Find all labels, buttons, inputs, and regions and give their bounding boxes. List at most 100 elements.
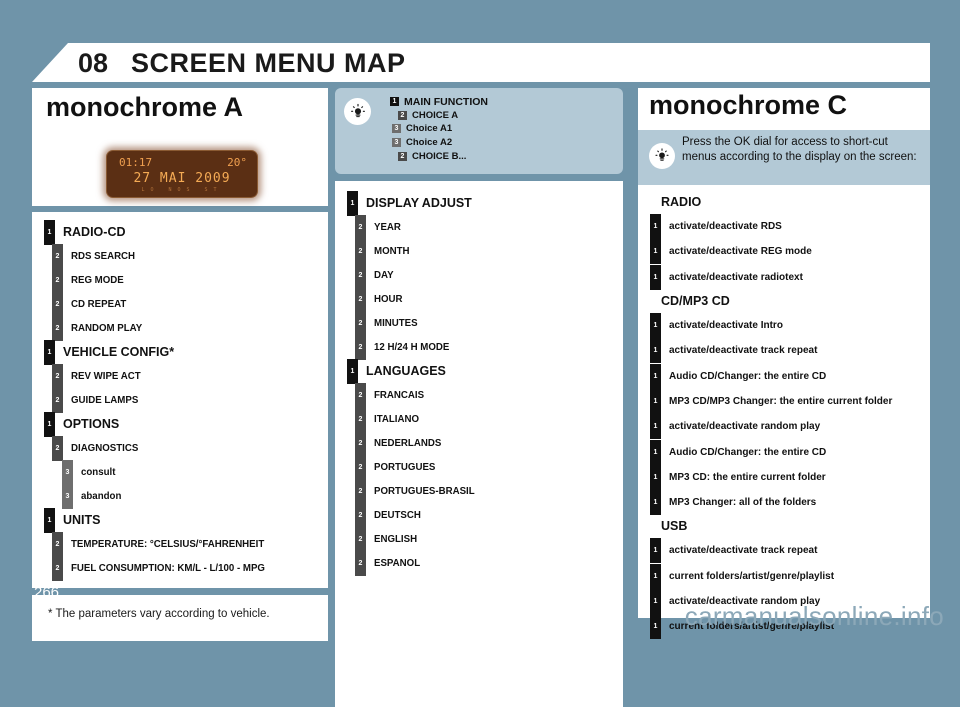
level-badge-2: 2 [52, 243, 63, 269]
menu-item-level-2[interactable]: 2 DAY [355, 262, 623, 288]
menu-item-level-1[interactable]: 1 activate/deactivate radiotext [650, 264, 930, 290]
menu-item-label: HOUR [374, 293, 403, 305]
lcd-top-row: 01:17 20° [107, 156, 257, 169]
legend-label: MAIN FUNCTION [404, 95, 488, 108]
menu-item-level-2[interactable]: 2 ITALIANO [355, 406, 623, 432]
menu-item-label: activate/deactivate radiotext [669, 271, 803, 283]
monochrome-a-footnote-panel: * The parameters vary according to vehic… [32, 595, 328, 641]
menu-item-level-3[interactable]: 3 consult [62, 459, 328, 485]
level-badge-1: 1 [650, 563, 661, 589]
level-badge-1: 1 [650, 538, 661, 564]
menu-item-level-2[interactable]: 2 DEUTSCH [355, 502, 623, 528]
level-badge-3: 3 [62, 483, 73, 509]
level-badge-2: 2 [355, 478, 366, 504]
menu-item-level-1[interactable]: 1 activate/deactivate Intro [650, 313, 930, 339]
level-badge-1: 1 [44, 339, 55, 365]
menu-item-level-2[interactable]: 2 TEMPERATURE: °CELSIUS/°FAHRENHEIT [52, 531, 328, 557]
menu-item-label: consult [81, 466, 116, 478]
level-badge-2: 2 [355, 526, 366, 552]
level-badge-1: 1 [650, 614, 661, 640]
monochrome-a-menu-list: 1 RADIO-CD 2 RDS SEARCH 2 REG MODE 2 CD REPEAT 2… [32, 212, 328, 588]
menu-item-level-2[interactable]: 2 RDS SEARCH [52, 243, 328, 269]
menu-item-level-2[interactable]: 2 FUEL CONSUMPTION: KM/L - L/100 - MPG [52, 555, 328, 581]
menu-item-level-2[interactable]: 2 CD REPEAT [52, 291, 328, 317]
menu-item-level-1[interactable]: 1 LANGUAGES [347, 358, 623, 384]
menu-group-heading: CD/MP3 CD [661, 293, 730, 308]
level-badge-1: 1 [650, 363, 661, 389]
level-badge-2: 2 [355, 286, 366, 312]
menu-item-level-2[interactable]: 2 MINUTES [355, 310, 623, 336]
menu-item-level-1[interactable]: 1 activate/deactivate RDS [650, 214, 930, 240]
menu-item-level-1[interactable]: 1 MP3 CD/MP3 Changer: the entire current … [650, 388, 930, 414]
menu-item-level-1[interactable]: 1 VEHICLE CONFIG* [44, 339, 328, 365]
menu-item-level-3[interactable]: 3 abandon [62, 483, 328, 509]
menu-item-level-1[interactable]: 1 activate/deactivate track repeat [650, 538, 930, 564]
menu-item-level-2[interactable]: 2 YEAR [355, 214, 623, 240]
menu-item-label: MONTH [374, 245, 410, 257]
menu-item-level-1[interactable]: 1 activate/deactivate random play [650, 414, 930, 440]
menu-item-label: Audio CD/Changer: the entire CD [669, 370, 827, 382]
menu-item-label: activate/deactivate track repeat [669, 345, 818, 357]
legend-line-level-2: 2 CHOICE A [398, 109, 488, 123]
chapter-number: 08 [78, 48, 109, 78]
legend-label: Choice A1 [406, 123, 453, 135]
menu-item-level-2[interactable]: 2 RANDOM PLAY [52, 315, 328, 341]
level-badge-2: 2 [52, 363, 63, 389]
menu-item-label: UNITS [63, 513, 101, 527]
level-badge-2: 2 [355, 310, 366, 336]
level-badge-1: 1 [347, 190, 358, 216]
menu-item-level-1[interactable]: 1 UNITS [44, 507, 328, 533]
level-badge-2: 2 [355, 502, 366, 528]
menu-item-level-1[interactable]: 1 RADIO-CD [44, 219, 328, 245]
menu-item-level-1[interactable]: 1 activate/deactivate REG mode [650, 239, 930, 265]
menu-item-label: TEMPERATURE: °CELSIUS/°FAHRENHEIT [71, 538, 265, 550]
level-badge-1: 1 [650, 439, 661, 465]
column-legend-and-menu: 1 MAIN FUNCTION 2 CHOICE A 3 Choice A1 3 Choice… [335, 88, 623, 707]
menu-item-label: REV WIPE ACT [71, 370, 141, 382]
legend-badge-3: 3 [392, 138, 401, 148]
menu-item-level-1[interactable]: 1 MP3 CD: the entire current folder [650, 464, 930, 490]
menu-item-level-2[interactable]: 2 12 H/24 H MODE [355, 334, 623, 360]
menu-item-level-1[interactable]: 1 MP3 Changer: all of the folders [650, 490, 930, 516]
level-badge-2: 2 [355, 454, 366, 480]
level-badge-1: 1 [650, 414, 661, 440]
menu-item-level-1[interactable]: 1 activate/deactivate track repeat [650, 338, 930, 364]
menu-item-label: DAY [374, 269, 394, 281]
menu-item-level-2[interactable]: 2 PORTUGUES [355, 454, 623, 480]
monochrome-a-heading: monochrome A [46, 92, 244, 122]
menu-item-label: MP3 CD: the entire current folder [669, 471, 826, 483]
menu-item-label: CD REPEAT [71, 298, 127, 310]
lcd-status-line: LO NOS ST [141, 187, 223, 193]
menu-item-level-2[interactable]: 2 PORTUGUES-BRASIL [355, 478, 623, 504]
menu-item-label: NEDERLANDS [374, 437, 442, 449]
level-badge-2: 2 [355, 382, 366, 408]
menu-item-level-2[interactable]: 2 FRANCAIS [355, 382, 623, 408]
menu-item-level-2[interactable]: 2 GUIDE LAMPS [52, 387, 328, 413]
menu-item-level-1[interactable]: 1 Audio CD/Changer: the entire CD [650, 439, 930, 465]
menu-item-label: DEUTSCH [374, 509, 421, 521]
menu-item-level-1[interactable]: 1 Audio CD/Changer: the entire CD [650, 363, 930, 389]
level-badge-2: 2 [355, 406, 366, 432]
menu-item-level-1[interactable]: 1 OPTIONS [44, 411, 328, 437]
lcd-date: 27 MAI 2009 [133, 171, 231, 186]
level-badge-1: 1 [650, 214, 661, 240]
menu-item-level-1[interactable]: 1 DISPLAY ADJUST [347, 190, 623, 216]
menu-item-level-2[interactable]: 2 ENGLISH [355, 526, 623, 552]
page-title: SCREEN MENU MAP [131, 48, 406, 78]
menu-item-label: current folders/artist/genre/playlist [669, 570, 835, 582]
menu-item-level-2[interactable]: 2 NEDERLANDS [355, 430, 623, 456]
menu-item-level-2[interactable]: 2 REG MODE [52, 267, 328, 293]
menu-item-level-1[interactable]: 1 current folders/artist/genre/playlist [650, 563, 930, 589]
menu-item-label: MP3 CD/MP3 Changer: the entire current f… [669, 395, 893, 407]
legend-badge-3: 3 [392, 124, 401, 134]
menu-item-level-2[interactable]: 2 REV WIPE ACT [52, 363, 328, 389]
menu-item-label: FRANCAIS [374, 389, 425, 401]
level-badge-2: 2 [355, 334, 366, 360]
menu-item-level-2[interactable]: 2 DIAGNOSTICS [52, 435, 328, 461]
menu-item-level-2[interactable]: 2 HOUR [355, 286, 623, 312]
menu-item-level-2[interactable]: 2 ESPANOL [355, 550, 623, 576]
level-badge-1: 1 [44, 507, 55, 533]
level-badge-2: 2 [52, 435, 63, 461]
level-badge-2: 2 [52, 555, 63, 581]
menu-item-level-2[interactable]: 2 MONTH [355, 238, 623, 264]
